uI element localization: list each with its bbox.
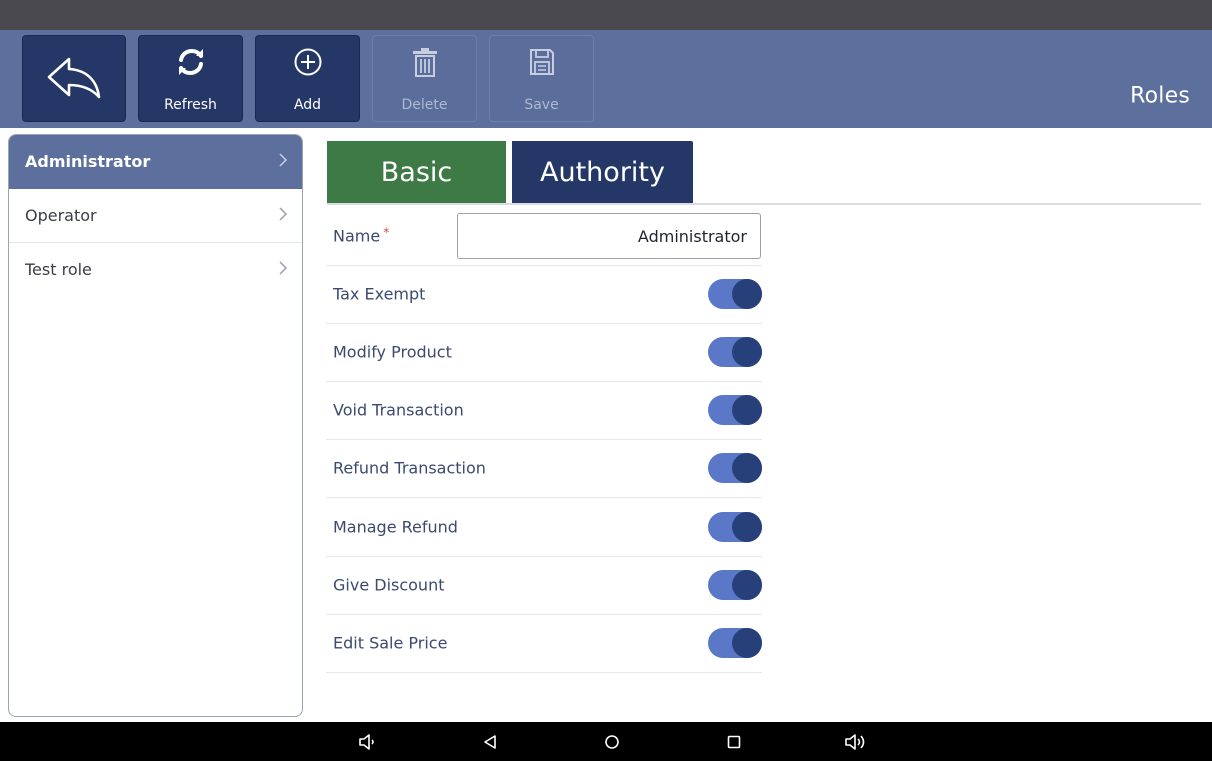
tab-basic[interactable]: Basic <box>327 141 506 203</box>
add-label: Add <box>293 97 322 113</box>
save-button[interactable]: Save <box>489 35 594 122</box>
role-item-test-role[interactable]: Test role <box>9 243 302 296</box>
status-bar <box>0 0 1212 30</box>
toggle-label: Void Transaction <box>333 400 464 420</box>
toggle-row-refund-transaction: Refund Transaction <box>326 439 762 498</box>
toolbar: Refresh Add Delete Save Roles <box>0 30 1212 128</box>
chevron-right-icon <box>278 206 288 226</box>
modify-product-toggle[interactable] <box>708 337 762 367</box>
role-item-label: Administrator <box>25 152 151 171</box>
toggle-row-give-discount: Give Discount <box>326 556 762 615</box>
tax-exempt-toggle[interactable] <box>708 279 762 309</box>
edit-sale-price-toggle[interactable] <box>708 628 762 658</box>
chevron-right-icon <box>278 260 288 280</box>
toggle-label: Edit Sale Price <box>333 633 448 653</box>
toggle-label: Tax Exempt <box>333 284 426 304</box>
toggle-row-edit-sale-price: Edit Sale Price <box>326 614 762 673</box>
back-button[interactable] <box>22 35 126 122</box>
toggle-knob <box>732 512 762 542</box>
name-row: Name * <box>326 207 762 266</box>
delete-label: Delete <box>401 97 448 113</box>
delete-button[interactable]: Delete <box>372 35 477 122</box>
tab-divider <box>327 203 1201 205</box>
page-title: Roles <box>1130 83 1190 109</box>
toggle-label: Refund Transaction <box>333 458 486 478</box>
toggle-label: Modify Product <box>333 342 452 362</box>
toggle-knob <box>732 337 762 367</box>
volume-up-icon[interactable] <box>844 730 868 754</box>
trash-icon <box>372 47 477 83</box>
toggle-knob <box>732 570 762 600</box>
toggle-label: Give Discount <box>333 575 445 595</box>
back-arrow-icon <box>22 55 126 99</box>
role-item-operator[interactable]: Operator <box>9 189 302 243</box>
refresh-icon <box>138 47 243 83</box>
toggle-knob <box>732 453 762 483</box>
add-button[interactable]: Add <box>255 35 360 122</box>
refresh-button[interactable]: Refresh <box>138 35 243 122</box>
role-item-administrator[interactable]: Administrator <box>9 135 302 189</box>
toggle-knob <box>732 628 762 658</box>
required-mark: * <box>383 225 390 240</box>
manage-refund-toggle[interactable] <box>708 512 762 542</box>
role-item-label: Operator <box>25 206 97 225</box>
tab-authority[interactable]: Authority <box>512 141 693 203</box>
toggle-label: Manage Refund <box>333 517 458 537</box>
void-transaction-toggle[interactable] <box>708 395 762 425</box>
role-list: Administrator Operator Test role <box>8 134 303 717</box>
toggle-knob <box>732 279 762 309</box>
nav-recents-icon[interactable] <box>722 730 746 754</box>
toggle-row-modify-product: Modify Product <box>326 323 762 382</box>
floppy-disk-icon <box>489 47 594 83</box>
volume-down-icon[interactable] <box>356 730 380 754</box>
role-item-label: Test role <box>25 260 92 279</box>
chevron-right-icon <box>278 152 288 172</box>
toggle-row-tax-exempt: Tax Exempt <box>326 265 762 324</box>
name-input[interactable] <box>457 213 761 259</box>
toggle-knob <box>732 395 762 425</box>
save-label: Save <box>524 97 559 113</box>
give-discount-toggle[interactable] <box>708 570 762 600</box>
nav-back-icon[interactable] <box>478 730 502 754</box>
plus-circle-icon <box>255 47 360 83</box>
refund-transaction-toggle[interactable] <box>708 453 762 483</box>
toggle-row-void-transaction: Void Transaction <box>326 381 762 440</box>
name-label: Name * <box>333 225 390 246</box>
system-nav-bar <box>0 722 1212 761</box>
toggle-row-manage-refund: Manage Refund <box>326 498 762 557</box>
refresh-label: Refresh <box>164 97 217 113</box>
nav-home-icon[interactable] <box>600 730 624 754</box>
